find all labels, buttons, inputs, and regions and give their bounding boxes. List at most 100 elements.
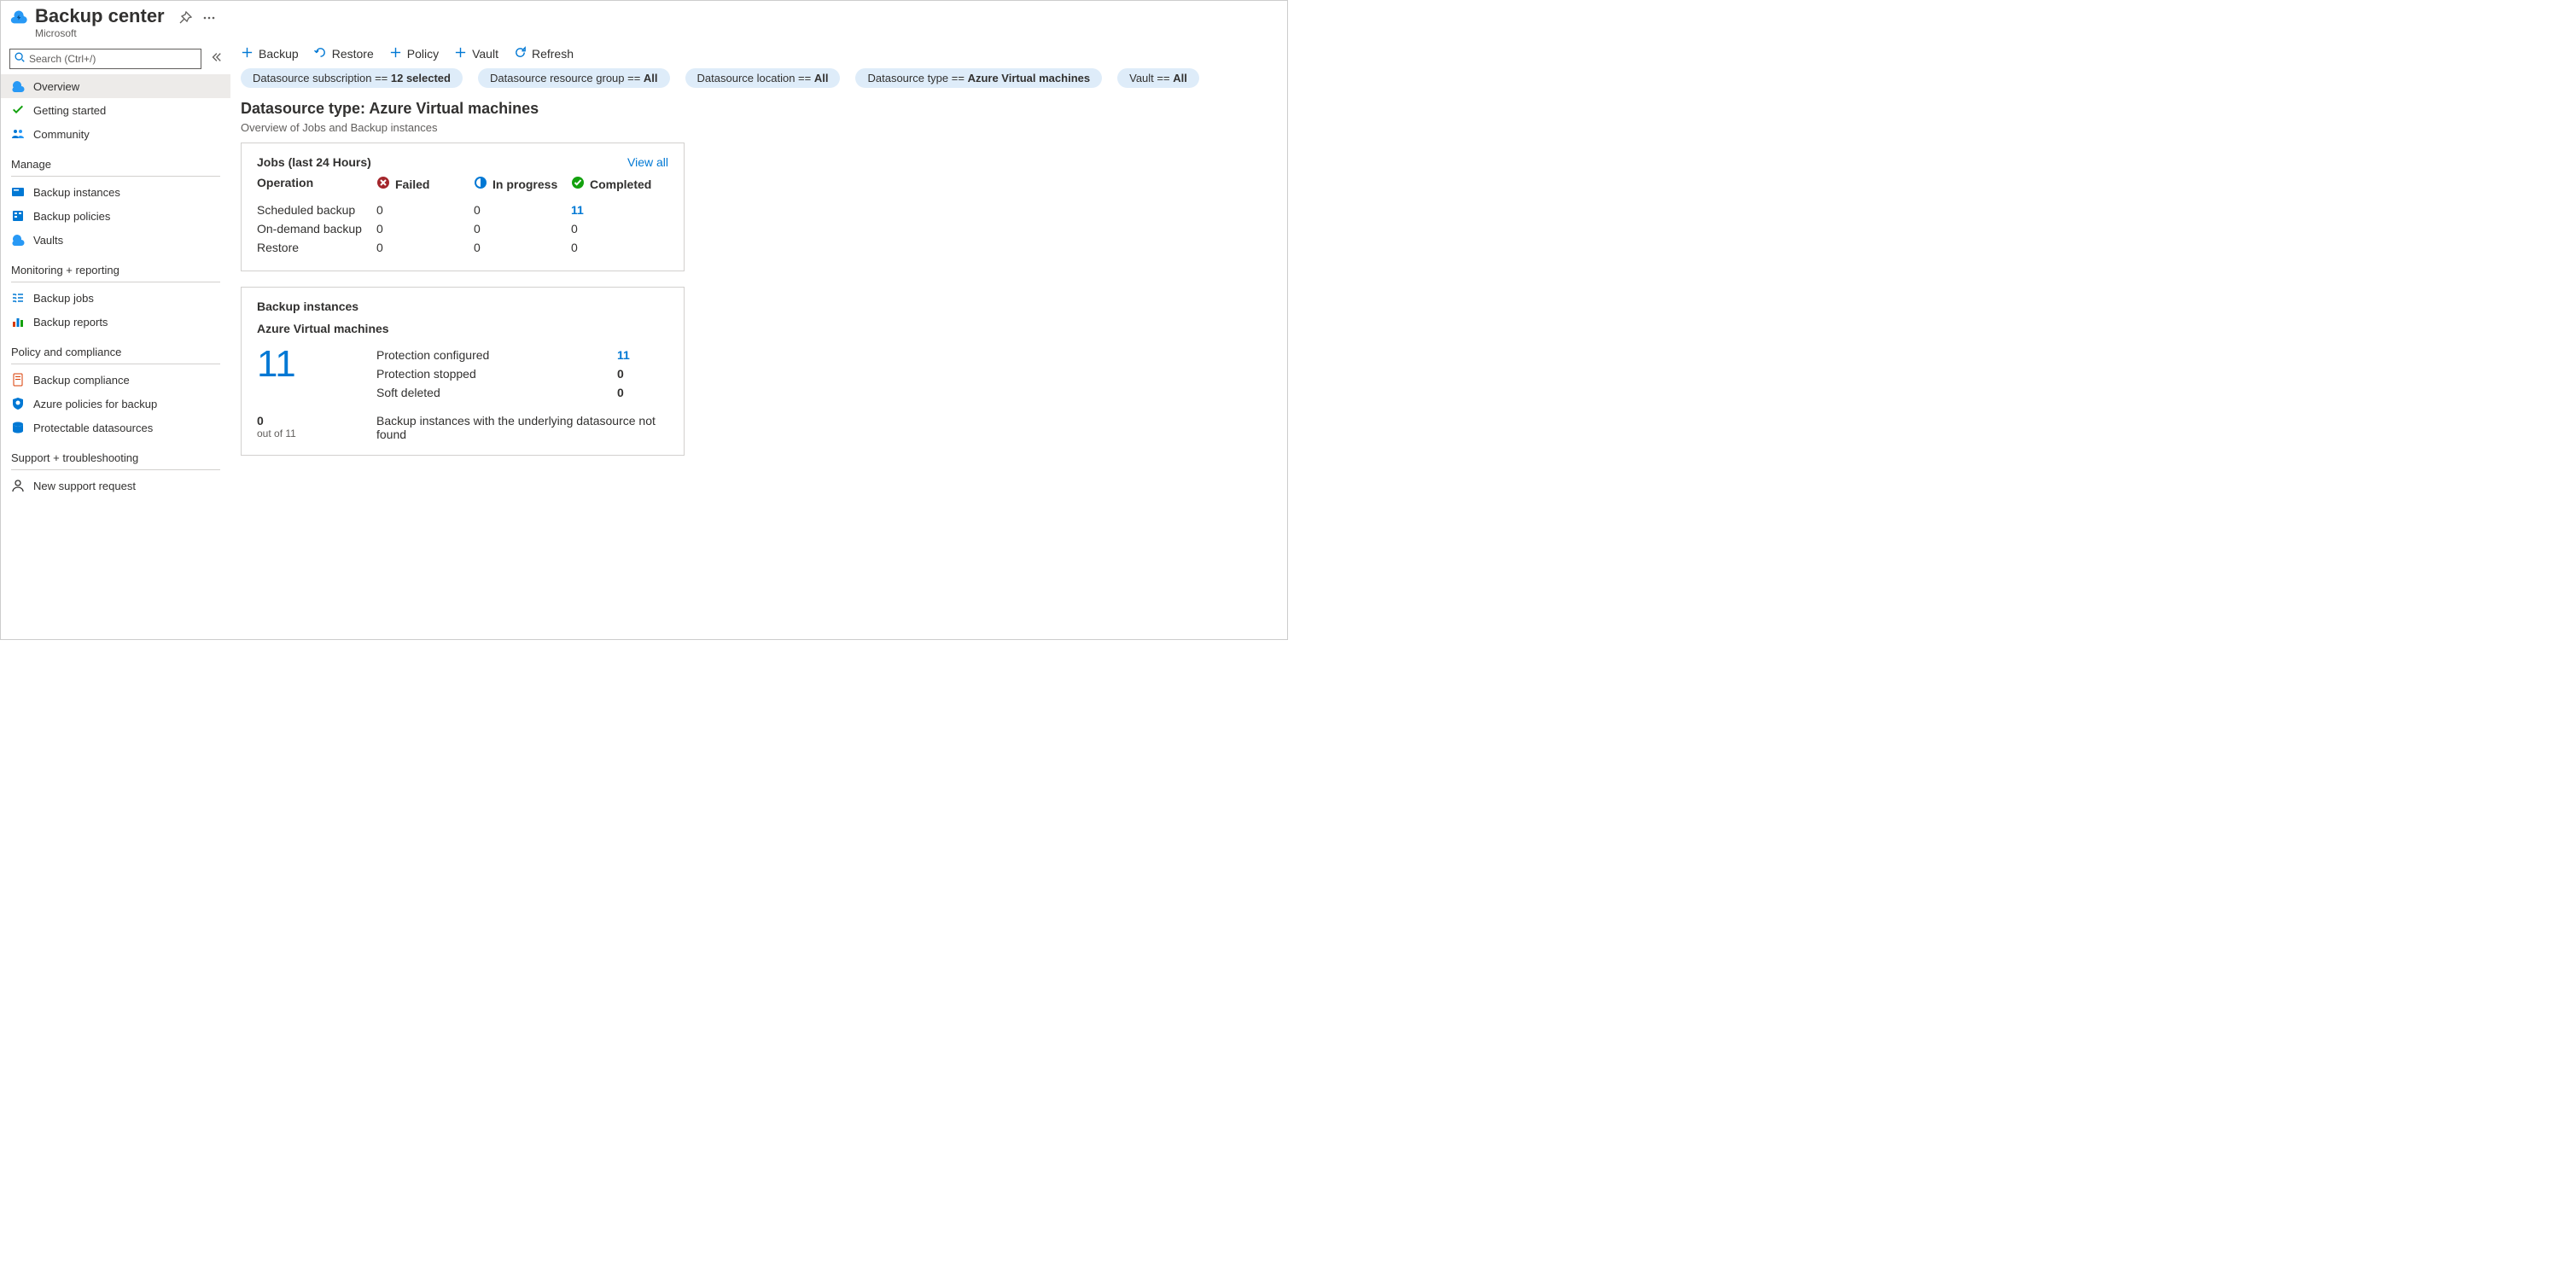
restore-icon (314, 46, 327, 61)
sidebar-item-backup-compliance[interactable]: Backup compliance (1, 368, 230, 392)
plus-icon (454, 46, 467, 61)
failed-icon (376, 176, 390, 192)
pin-icon[interactable] (178, 11, 192, 27)
compliance-icon (11, 373, 25, 387)
cmd-label: Refresh (532, 47, 574, 61)
jobs-row: On-demand backup000 (257, 219, 668, 238)
instance-label: Soft deleted (376, 386, 617, 399)
sidebar-item-backup-reports[interactable]: Backup reports (1, 310, 230, 334)
command-bar: Backup Restore Policy Vault Refresh (236, 41, 1273, 68)
azure-policies-icon (11, 397, 25, 410)
divider (11, 176, 220, 177)
sidebar-item-community[interactable]: Community (1, 122, 230, 146)
cmd-backup[interactable]: Backup (241, 46, 299, 61)
jobs-card-title: Jobs (last 24 Hours) (257, 155, 371, 169)
jobs-col-operation: Operation (257, 176, 376, 192)
jobs-col-inprogress: In progress (474, 176, 571, 192)
instance-value: 0 (617, 386, 668, 399)
sidebar-item-overview[interactable]: Overview (1, 74, 230, 98)
instances-footer-text: Backup instances with the underlying dat… (376, 414, 667, 441)
plus-icon (241, 46, 254, 61)
search-icon (14, 51, 26, 66)
page-title: Backup center (35, 6, 165, 26)
sidebar-item-protectable-ds[interactable]: Protectable datasources (1, 416, 230, 439)
sidebar-item-label: Backup compliance (33, 374, 130, 387)
jobs-op: Scheduled backup (257, 203, 376, 217)
instance-label: Protection stopped (376, 367, 617, 381)
jobs-inprogress-val: 0 (474, 203, 571, 217)
sidebar-item-label: Backup reports (33, 316, 108, 329)
filter-subscription[interactable]: Datasource subscription == 12 selected (241, 68, 463, 88)
jobs-row: Scheduled backup0011 (257, 201, 668, 219)
page-subtitle: Microsoft (35, 27, 165, 39)
sidebar-item-backup-instances[interactable]: Backup instances (1, 180, 230, 204)
instance-value[interactable]: 11 (617, 348, 668, 362)
sidebar-item-new-support[interactable]: New support request (1, 474, 230, 497)
sidebar-item-backup-jobs[interactable]: Backup jobs (1, 286, 230, 310)
search-input[interactable] (29, 53, 197, 65)
instances-card: Backup instances Azure Virtual machines … (241, 287, 685, 456)
sidebar-item-label: Backup instances (33, 186, 120, 199)
sidebar-item-label: Protectable datasources (33, 422, 153, 434)
sidebar-item-label: Overview (33, 80, 79, 93)
jobs-op: On-demand backup (257, 222, 376, 236)
filter-row: Datasource subscription == 12 selected D… (236, 68, 1273, 98)
sidebar-item-label: Azure policies for backup (33, 398, 157, 410)
jobs-card: Jobs (last 24 Hours) View all Operation … (241, 143, 685, 271)
backup-policies-icon (11, 209, 25, 223)
sidebar-item-getting-started[interactable]: Getting started (1, 98, 230, 122)
sidebar-section-support: Support + troubleshooting (1, 439, 230, 468)
backup-instances-icon (11, 185, 25, 199)
sidebar-item-label: Backup policies (33, 210, 110, 223)
protectable-ds-icon (11, 421, 25, 434)
collapse-sidebar-icon[interactable] (208, 48, 224, 69)
jobs-col-failed: Failed (376, 176, 474, 192)
instance-label: Protection configured (376, 348, 617, 362)
cmd-vault[interactable]: Vault (454, 46, 498, 61)
sidebar-item-azure-policies[interactable]: Azure policies for backup (1, 392, 230, 416)
instance-row: Protection configured11 (376, 346, 668, 364)
inprogress-icon (474, 176, 487, 192)
backup-reports-icon (11, 315, 25, 329)
sidebar: Overview Getting started Community Manag… (1, 41, 230, 639)
jobs-view-all-link[interactable]: View all (627, 155, 668, 169)
jobs-completed-val: 0 (571, 222, 668, 236)
sidebar-item-vaults[interactable]: Vaults (1, 228, 230, 252)
filter-location[interactable]: Datasource location == All (685, 68, 841, 88)
sidebar-section-manage: Manage (1, 146, 230, 174)
instances-footer-note: out of 11 (257, 428, 351, 439)
overview-icon (11, 79, 25, 93)
jobs-completed-val[interactable]: 11 (571, 203, 668, 217)
filter-type[interactable]: Datasource type == Azure Virtual machine… (855, 68, 1102, 88)
sidebar-section-monitoring: Monitoring + reporting (1, 252, 230, 280)
instances-subtitle: Azure Virtual machines (257, 322, 668, 335)
sidebar-item-label: Getting started (33, 104, 106, 117)
sidebar-item-backup-policies[interactable]: Backup policies (1, 204, 230, 228)
sidebar-item-label: Backup jobs (33, 292, 94, 305)
divider (11, 469, 220, 470)
cmd-restore[interactable]: Restore (314, 46, 374, 61)
filter-resource-group[interactable]: Datasource resource group == All (478, 68, 670, 88)
jobs-failed-val: 0 (376, 203, 474, 217)
cmd-policy[interactable]: Policy (389, 46, 439, 61)
filter-vault[interactable]: Vault == All (1117, 68, 1199, 88)
overview-subtitle: Overview of Jobs and Backup instances (236, 119, 1273, 143)
cmd-refresh[interactable]: Refresh (514, 46, 574, 61)
backup-jobs-icon (11, 291, 25, 305)
main-content: Backup Restore Policy Vault Refresh (230, 41, 1287, 639)
more-icon[interactable] (202, 11, 216, 27)
jobs-completed-val: 0 (571, 241, 668, 254)
backup-center-icon (9, 6, 28, 29)
instances-card-title: Backup instances (257, 300, 668, 313)
jobs-failed-val: 0 (376, 241, 474, 254)
sidebar-item-label: New support request (33, 480, 136, 492)
instance-row: Protection stopped0 (376, 364, 668, 383)
plus-icon (389, 46, 402, 61)
overview-title: Datasource type: Azure Virtual machines (236, 98, 1273, 119)
instance-row: Soft deleted0 (376, 383, 668, 402)
search-input-wrapper[interactable] (9, 49, 201, 69)
instances-total[interactable]: 11 (257, 346, 351, 402)
instance-value: 0 (617, 367, 668, 381)
cmd-label: Backup (259, 47, 299, 61)
sidebar-section-policy: Policy and compliance (1, 334, 230, 362)
